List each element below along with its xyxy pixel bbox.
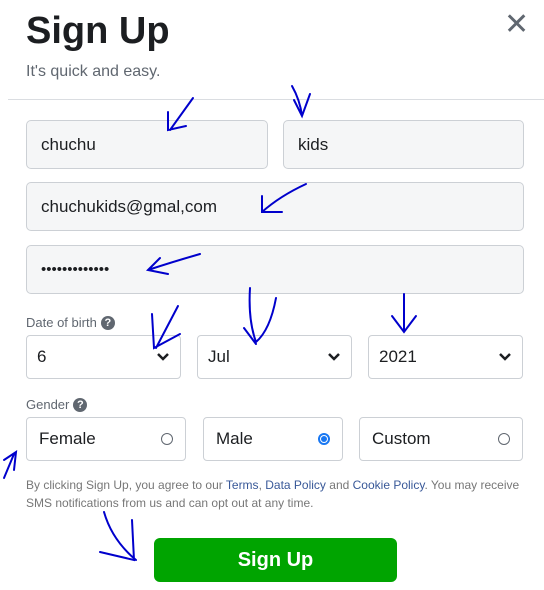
day-value: 6 [37, 347, 47, 366]
dob-label: Date of birth? [26, 315, 115, 330]
radio-button[interactable] [161, 433, 173, 445]
first-name-input[interactable]: chuchu [26, 120, 268, 169]
page-title: Sign Up [26, 10, 170, 52]
day-select[interactable]: 6 [26, 335, 181, 379]
email-input[interactable]: chuchukids@gmal,com [26, 182, 524, 231]
gender-label-text: Gender [26, 397, 70, 412]
help-icon[interactable]: ? [73, 397, 88, 412]
close-icon[interactable]: ✕ [504, 10, 529, 40]
cookie-policy-link[interactable]: Cookie Policy [353, 478, 425, 492]
month-select[interactable]: Jul [197, 335, 352, 379]
arrow-annotation [3, 449, 18, 479]
chevron-down-icon [327, 347, 341, 367]
divider [8, 99, 544, 100]
radio-button-selected[interactable] [318, 433, 330, 445]
month-value: Jul [208, 347, 230, 366]
data-policy-link[interactable]: Data Policy [265, 478, 326, 492]
option-label: Female [39, 429, 96, 448]
option-label: Custom [372, 429, 431, 448]
last-name-input[interactable]: kids [283, 120, 524, 169]
dob-label-text: Date of birth [26, 315, 97, 330]
year-select[interactable]: 2021 [368, 335, 523, 379]
gender-option-custom[interactable]: Custom [359, 417, 523, 461]
gender-option-female[interactable]: Female [26, 417, 186, 461]
gender-label: Gender? [26, 397, 88, 412]
arrow-annotation [391, 293, 417, 334]
page-subtitle: It's quick and easy. [26, 63, 161, 80]
terms-text: By clicking Sign Up, you agree to our Te… [26, 476, 526, 512]
option-label: Male [216, 429, 253, 448]
sign-up-button[interactable]: Sign Up [154, 538, 397, 582]
terms-link[interactable]: Terms [226, 478, 259, 492]
chevron-down-icon [156, 347, 170, 367]
arrow-annotation [291, 85, 311, 119]
radio-button[interactable] [498, 433, 510, 445]
chevron-down-icon [498, 347, 512, 367]
year-value: 2021 [379, 347, 417, 366]
help-icon[interactable]: ? [100, 315, 115, 330]
gender-option-male[interactable]: Male [203, 417, 343, 461]
terms-part: By clicking Sign Up, you agree to our [26, 478, 226, 492]
arrow-annotation [99, 511, 137, 562]
password-input[interactable]: ••••••••••••• [26, 245, 524, 294]
terms-part: and [325, 478, 353, 492]
